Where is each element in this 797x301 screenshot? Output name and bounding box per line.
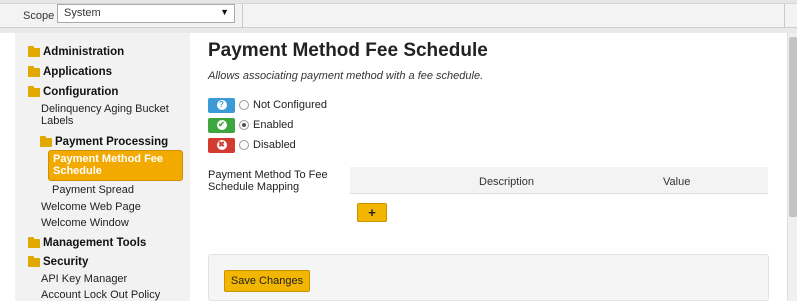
sidebar-item-security[interactable]: Security — [28, 255, 88, 268]
legend-label: Disabled — [253, 139, 296, 151]
sidebar-item-configuration[interactable]: Configuration — [28, 85, 118, 98]
close-icon: ✖ — [208, 137, 235, 153]
sidebar-item-payment-spread[interactable]: Payment Spread — [52, 184, 134, 196]
sidebar-item-applications[interactable]: Applications — [28, 65, 112, 78]
sidebar-item-welcome-window[interactable]: Welcome Window — [41, 217, 129, 229]
sidebar-item-management-tools[interactable]: Management Tools — [28, 236, 146, 249]
scope-select-value: System — [64, 7, 101, 19]
disabled-radio[interactable] — [239, 140, 249, 150]
mapping-label: Payment Method To Fee Schedule Mapping — [208, 169, 328, 193]
question-icon: ? — [208, 97, 235, 113]
scope-bar: Scope System ▼ — [0, 0, 797, 28]
folder-icon — [28, 45, 40, 57]
sidebar-item-payment-method-fee-schedule[interactable]: Payment Method Fee Schedule — [48, 150, 183, 181]
column-header-description[interactable]: Description — [479, 176, 534, 188]
mapping-table-header: Description Value — [350, 167, 768, 194]
legend-row-enabled: ✔ Enabled — [208, 117, 293, 133]
add-mapping-button[interactable]: + — [357, 203, 387, 222]
scope-label: Scope — [23, 10, 55, 22]
toolbar-divider — [242, 4, 243, 28]
not-configured-radio[interactable] — [239, 100, 249, 110]
check-icon: ✔ — [208, 117, 235, 133]
vertical-scrollbar[interactable] — [787, 33, 797, 301]
page-subtitle: Allows associating payment method with a… — [208, 70, 484, 82]
sidebar-item-payment-processing[interactable]: Payment Processing — [40, 135, 168, 148]
legend-row-disabled: ✖ Disabled — [208, 137, 296, 153]
page-title: Payment Method Fee Schedule — [208, 40, 488, 61]
sidebar-item-welcome-web-page[interactable]: Welcome Web Page — [41, 201, 141, 213]
legend-row-not-configured: ? Not Configured — [208, 97, 327, 113]
toolbar-divider — [784, 4, 785, 28]
folder-open-icon — [40, 135, 52, 147]
sidebar-item-administration[interactable]: Administration — [28, 45, 124, 58]
folder-icon — [28, 65, 40, 77]
scrollbar-thumb[interactable] — [789, 37, 797, 217]
folder-open-icon — [28, 85, 40, 97]
folder-icon — [28, 236, 40, 248]
chevron-down-icon: ▼ — [220, 7, 229, 17]
enabled-radio[interactable] — [239, 120, 249, 130]
folder-open-icon — [28, 255, 40, 267]
scope-select[interactable]: System ▼ — [57, 4, 235, 23]
sidebar-item-account-lock-out-policy[interactable]: Account Lock Out Policy — [41, 289, 160, 301]
save-changes-button[interactable]: Save Changes — [224, 270, 310, 292]
column-header-value[interactable]: Value — [663, 176, 690, 188]
sidebar-item-api-key-manager[interactable]: API Key Manager — [41, 273, 127, 285]
legend-label: Not Configured — [253, 99, 327, 111]
legend-label: Enabled — [253, 119, 294, 131]
sidebar-item-delinquency-aging-bucket-labels[interactable]: Delinquency Aging Bucket Labels — [41, 103, 181, 127]
